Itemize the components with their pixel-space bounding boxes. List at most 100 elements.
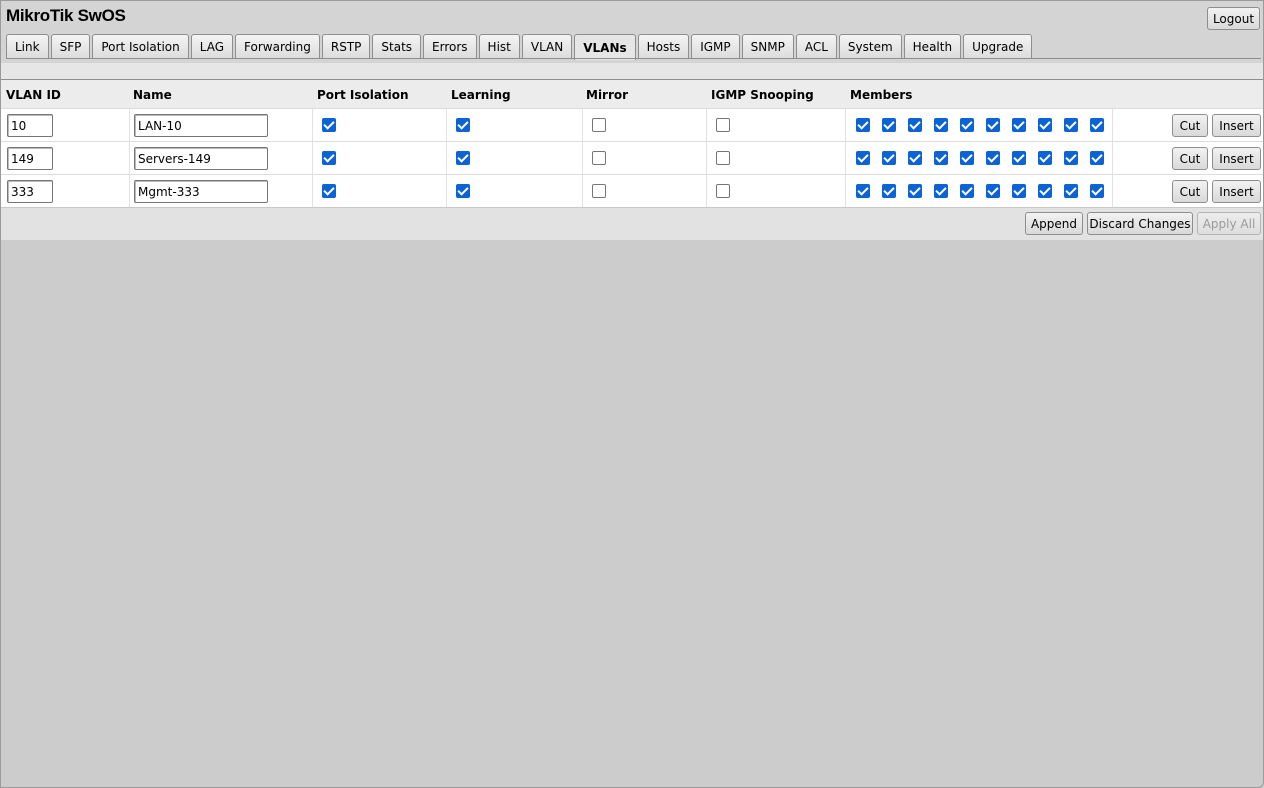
member-port-5-checkbox[interactable] [960,118,974,132]
mirror-checkbox[interactable] [592,118,606,132]
tab-hosts[interactable]: Hosts [637,34,690,59]
tab-errors[interactable]: Errors [423,34,477,59]
igmp-snooping-checkbox[interactable] [716,151,730,165]
igmp-snooping-checkbox[interactable] [716,118,730,132]
table-row: CutInsert [1,174,1263,208]
member-port-7-checkbox[interactable] [1012,151,1026,165]
header-members: Members [850,88,913,102]
action-footer: Append Discard Changes Apply All [1,207,1263,240]
column-separator [312,109,313,142]
tab-vlans[interactable]: VLANs [574,34,636,60]
member-port-10-checkbox[interactable] [1090,118,1104,132]
column-separator [845,142,846,175]
member-port-5-checkbox[interactable] [960,151,974,165]
header-mirror: Mirror [586,88,629,102]
tab-port-isolation[interactable]: Port Isolation [92,34,189,59]
tab-health[interactable]: Health [903,34,962,59]
member-port-2-checkbox[interactable] [882,118,896,132]
column-separator [446,175,447,208]
tab-snmp[interactable]: SNMP [741,34,794,59]
column-separator [129,175,130,208]
cut-button[interactable]: Cut [1172,147,1208,170]
member-port-9-checkbox[interactable] [1064,151,1078,165]
port-isolation-checkbox[interactable] [322,151,336,165]
member-port-7-checkbox[interactable] [1012,184,1026,198]
igmp-snooping-checkbox[interactable] [716,184,730,198]
learning-checkbox[interactable] [456,118,470,132]
member-port-2-checkbox[interactable] [882,151,896,165]
vlan-name-input[interactable] [134,147,268,170]
member-port-3-checkbox[interactable] [908,118,922,132]
member-port-5-checkbox[interactable] [960,184,974,198]
column-separator [129,142,130,175]
tab-upgrade[interactable]: Upgrade [963,34,1033,59]
column-separator [1112,175,1113,208]
cut-button[interactable]: Cut [1172,180,1208,203]
member-port-4-checkbox[interactable] [934,118,948,132]
column-separator [446,109,447,142]
column-separator [312,175,313,208]
tab-hist[interactable]: Hist [478,34,520,59]
member-port-10-checkbox[interactable] [1090,151,1104,165]
tab-stats[interactable]: Stats [372,34,422,59]
tab-link[interactable]: Link [6,34,49,59]
member-port-1-checkbox[interactable] [856,151,870,165]
column-separator [845,109,846,142]
member-port-6-checkbox[interactable] [986,184,1000,198]
header-igmp-snooping: IGMP Snooping [711,88,814,102]
member-port-1-checkbox[interactable] [856,184,870,198]
toolbar-band [1,63,1263,80]
member-port-7-checkbox[interactable] [1012,118,1026,132]
header-name: Name [133,88,172,102]
tab-vlan[interactable]: VLAN [521,34,573,59]
tab-igmp[interactable]: IGMP [691,34,740,59]
top-bar: MikroTik SwOS Logout Link SFP Port Isolati… [1,1,1263,63]
insert-button[interactable]: Insert [1212,114,1261,137]
tab-system[interactable]: System [838,34,902,59]
member-port-2-checkbox[interactable] [882,184,896,198]
apply-all-button[interactable]: Apply All [1197,212,1261,235]
tab-divider [6,58,1261,59]
insert-button[interactable]: Insert [1212,147,1261,170]
mirror-checkbox[interactable] [592,151,606,165]
learning-checkbox[interactable] [456,184,470,198]
table-row: CutInsert [1,141,1263,175]
table-row: CutInsert [1,108,1263,142]
tab-bar: Link SFP Port Isolation LAG Forwarding RSTP St… [6,34,1034,60]
member-port-6-checkbox[interactable] [986,118,1000,132]
member-port-8-checkbox[interactable] [1038,118,1052,132]
column-separator [312,142,313,175]
tab-sfp[interactable]: SFP [50,34,91,59]
member-port-1-checkbox[interactable] [856,118,870,132]
tab-acl[interactable]: ACL [795,34,837,59]
member-port-9-checkbox[interactable] [1064,184,1078,198]
port-isolation-checkbox[interactable] [322,118,336,132]
vlan-id-input[interactable] [7,180,53,203]
logout-button[interactable]: Logout [1207,7,1260,30]
port-isolation-checkbox[interactable] [322,184,336,198]
member-port-4-checkbox[interactable] [934,184,948,198]
member-port-8-checkbox[interactable] [1038,184,1052,198]
member-port-10-checkbox[interactable] [1090,184,1104,198]
app-title: MikroTik SwOS [6,6,126,25]
vlan-name-input[interactable] [134,180,268,203]
append-button[interactable]: Append [1025,212,1083,235]
member-port-4-checkbox[interactable] [934,151,948,165]
discard-changes-button[interactable]: Discard Changes [1087,212,1193,235]
vlan-name-input[interactable] [134,114,268,137]
tab-lag[interactable]: LAG [190,34,234,59]
vlan-id-input[interactable] [7,114,53,137]
member-port-3-checkbox[interactable] [908,151,922,165]
tab-rstp[interactable]: RSTP [321,34,371,59]
member-port-8-checkbox[interactable] [1038,151,1052,165]
vlan-id-input[interactable] [7,147,53,170]
header-learning: Learning [451,88,511,102]
member-port-3-checkbox[interactable] [908,184,922,198]
insert-button[interactable]: Insert [1212,180,1261,203]
mirror-checkbox[interactable] [592,184,606,198]
cut-button[interactable]: Cut [1172,114,1208,137]
tab-forwarding[interactable]: Forwarding [235,34,320,59]
member-port-9-checkbox[interactable] [1064,118,1078,132]
member-port-6-checkbox[interactable] [986,151,1000,165]
learning-checkbox[interactable] [456,151,470,165]
